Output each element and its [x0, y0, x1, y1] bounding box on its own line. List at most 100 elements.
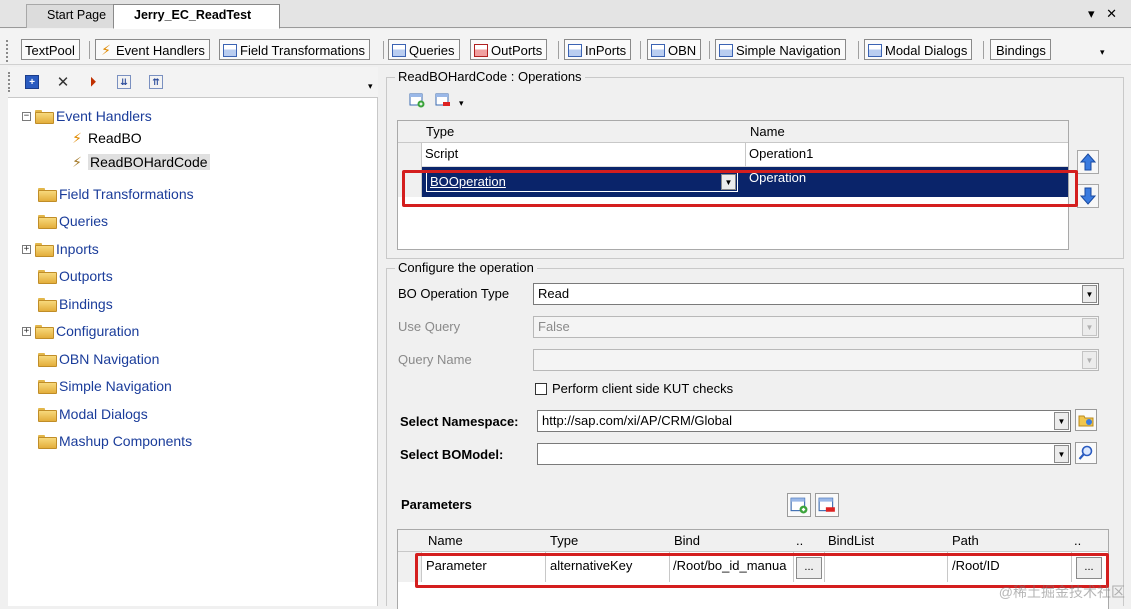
- tree-item-event-handlers[interactable]: − Event Handlers: [22, 106, 152, 126]
- operation-type-combo[interactable]: BOOperation ▼: [426, 172, 738, 192]
- operation-type-cell[interactable]: Script: [422, 143, 746, 167]
- bo-operation-type-select[interactable]: Read ▼: [533, 283, 1099, 305]
- use-query-select[interactable]: False ▼: [533, 316, 1099, 338]
- chevron-down-icon[interactable]: ▼: [721, 174, 736, 190]
- parameter-type-cell[interactable]: alternativeKey: [546, 552, 670, 582]
- query-name-select[interactable]: ▼: [533, 349, 1099, 371]
- column-header-type[interactable]: Type: [550, 533, 578, 548]
- column-header-name[interactable]: Name: [750, 124, 785, 139]
- row-header[interactable]: [398, 552, 422, 582]
- tab-jerry-ec-readtest[interactable]: Jerry_EC_ReadTest: [113, 4, 280, 29]
- add-operation-icon[interactable]: [407, 90, 427, 110]
- inports-button[interactable]: InPorts: [564, 39, 632, 60]
- tree-item-obn-navigation[interactable]: OBN Navigation: [38, 349, 159, 369]
- outports-label: OutPorts: [491, 42, 543, 58]
- simple-navigation-button[interactable]: Simple Navigation: [715, 39, 846, 60]
- outports-button[interactable]: OutPorts: [470, 39, 548, 60]
- component-tree: − Event Handlers ⚡ ReadBO ⚡ ReadBOHardCo…: [8, 97, 378, 606]
- folder-icon: [35, 110, 54, 124]
- tree-item-bindings[interactable]: Bindings: [38, 294, 113, 314]
- column-header-path-dots[interactable]: ..: [1074, 533, 1081, 548]
- checkbox-box[interactable]: [535, 382, 547, 395]
- column-header-name[interactable]: Name: [428, 533, 463, 548]
- expand-all-icon[interactable]: ⇊: [117, 75, 131, 89]
- search-icon[interactable]: [1075, 442, 1097, 464]
- chevron-down-icon[interactable]: ▼: [1054, 445, 1069, 463]
- tree-toolbar: + ✕ ⏵ ⇊ ⇈ ▾: [8, 67, 378, 97]
- document-tab-strip: Start Page Jerry_EC_ReadTest ▾ ✕: [0, 0, 1131, 29]
- textpool-button[interactable]: TextPool: [21, 39, 80, 60]
- delete-parameter-icon[interactable]: [815, 493, 839, 517]
- queries-icon: [392, 43, 406, 57]
- modal-dialogs-button[interactable]: Modal Dialogs: [864, 39, 973, 60]
- lightning-icon: ⚡: [72, 153, 82, 170]
- tab-start-page[interactable]: Start Page: [26, 4, 118, 28]
- collapse-all-icon[interactable]: ⇈: [149, 75, 163, 89]
- delete-icon[interactable]: ✕: [54, 73, 72, 91]
- configure-title: Configure the operation: [395, 260, 537, 275]
- operation-type-cell-selected[interactable]: BOOperation ▼: [422, 167, 746, 197]
- tree-item-mashup-components[interactable]: Mashup Components: [38, 431, 192, 451]
- expand-toggle-icon[interactable]: +: [22, 244, 31, 254]
- operation-name-cell[interactable]: Operation1: [746, 143, 1068, 167]
- operation-type-combo-value: BOOperation: [430, 174, 506, 189]
- tree-item-configuration[interactable]: + Configuration: [22, 321, 139, 341]
- row-header[interactable]: [398, 143, 422, 167]
- tree-item-label: ReadBOHardCode: [88, 154, 210, 170]
- run-icon[interactable]: ⏵: [84, 73, 102, 91]
- simple-navigation-label: Simple Navigation: [736, 42, 841, 58]
- delete-operation-icon[interactable]: [433, 90, 453, 110]
- tree-item-label: Field Transformations: [59, 186, 194, 202]
- kut-checks-label: Perform client side KUT checks: [552, 381, 734, 396]
- column-header-bind-dots[interactable]: ..: [796, 533, 803, 548]
- operation-name-cell-selected[interactable]: Operation: [746, 167, 1068, 197]
- expand-toggle-icon[interactable]: +: [22, 326, 31, 336]
- namespace-select[interactable]: http://sap.com/xi/AP/CRM/Global ▼: [537, 410, 1071, 432]
- kut-checks-checkbox[interactable]: Perform client side KUT checks: [535, 381, 733, 396]
- column-header-bind[interactable]: Bind: [674, 533, 700, 548]
- tab-window-controls[interactable]: ▾ ✕: [1088, 6, 1121, 22]
- tree-item-field-transformations[interactable]: Field Transformations: [38, 184, 194, 204]
- tree-item-readbo[interactable]: ⚡ ReadBO: [70, 128, 142, 148]
- operations-group: ReadBOHardCode : Operations ▾ Type Name …: [386, 69, 1124, 259]
- parameter-bindlist-cell[interactable]: [824, 552, 948, 582]
- tree-toolbar-overflow-icon[interactable]: ▾: [368, 81, 373, 92]
- collapse-toggle-icon[interactable]: −: [22, 111, 31, 121]
- path-browse-button[interactable]: ...: [1076, 557, 1102, 579]
- queries-button[interactable]: Queries: [388, 39, 460, 60]
- bomodel-select[interactable]: ▼: [537, 443, 1071, 465]
- toolbar-grip[interactable]: [6, 40, 10, 62]
- tree-item-outports[interactable]: Outports: [38, 266, 113, 286]
- field-transformations-button[interactable]: Field Transformations: [219, 39, 370, 60]
- bo-operation-type-value: Read: [538, 286, 570, 301]
- chevron-down-icon[interactable]: ▼: [1082, 285, 1097, 303]
- tree-toolbar-grip[interactable]: [8, 72, 12, 92]
- bind-browse-button[interactable]: ...: [796, 557, 822, 579]
- tree-item-queries[interactable]: Queries: [38, 211, 108, 231]
- column-header-path[interactable]: Path: [952, 533, 979, 548]
- move-up-button[interactable]: [1077, 150, 1099, 174]
- add-parameter-icon[interactable]: [787, 493, 811, 517]
- column-header-type[interactable]: Type: [426, 124, 454, 139]
- obn-button[interactable]: OBN: [647, 39, 702, 60]
- row-header[interactable]: [398, 167, 422, 197]
- toolbar-overflow-icon[interactable]: ▾: [1100, 47, 1105, 58]
- chevron-down-icon[interactable]: ▼: [1054, 412, 1069, 430]
- browse-folder-icon[interactable]: [1075, 409, 1097, 431]
- add-icon[interactable]: +: [25, 75, 39, 89]
- tree-item-simple-navigation[interactable]: Simple Navigation: [38, 376, 172, 396]
- parameter-name-cell[interactable]: Parameter: [422, 552, 546, 582]
- tree-item-inports[interactable]: + Inports: [22, 239, 99, 259]
- inports-label: InPorts: [585, 42, 627, 58]
- outports-icon: [474, 43, 488, 57]
- parameter-path-cell[interactable]: /Root/ID: [948, 552, 1072, 582]
- parameter-bind-cell[interactable]: /Root/bo_id_manua: [670, 552, 794, 582]
- tree-item-readbohardcode[interactable]: ⚡ ReadBOHardCode: [70, 152, 210, 172]
- bindings-button[interactable]: Bindings: [990, 39, 1051, 60]
- queries-label: Queries: [409, 42, 455, 58]
- move-down-button[interactable]: [1077, 184, 1099, 208]
- ops-toolbar-overflow-icon[interactable]: ▾: [459, 98, 464, 109]
- column-header-bindlist[interactable]: BindList: [828, 533, 874, 548]
- tree-item-modal-dialogs[interactable]: Modal Dialogs: [38, 404, 148, 424]
- event-handlers-button[interactable]: ⚡ Event Handlers: [95, 39, 210, 60]
